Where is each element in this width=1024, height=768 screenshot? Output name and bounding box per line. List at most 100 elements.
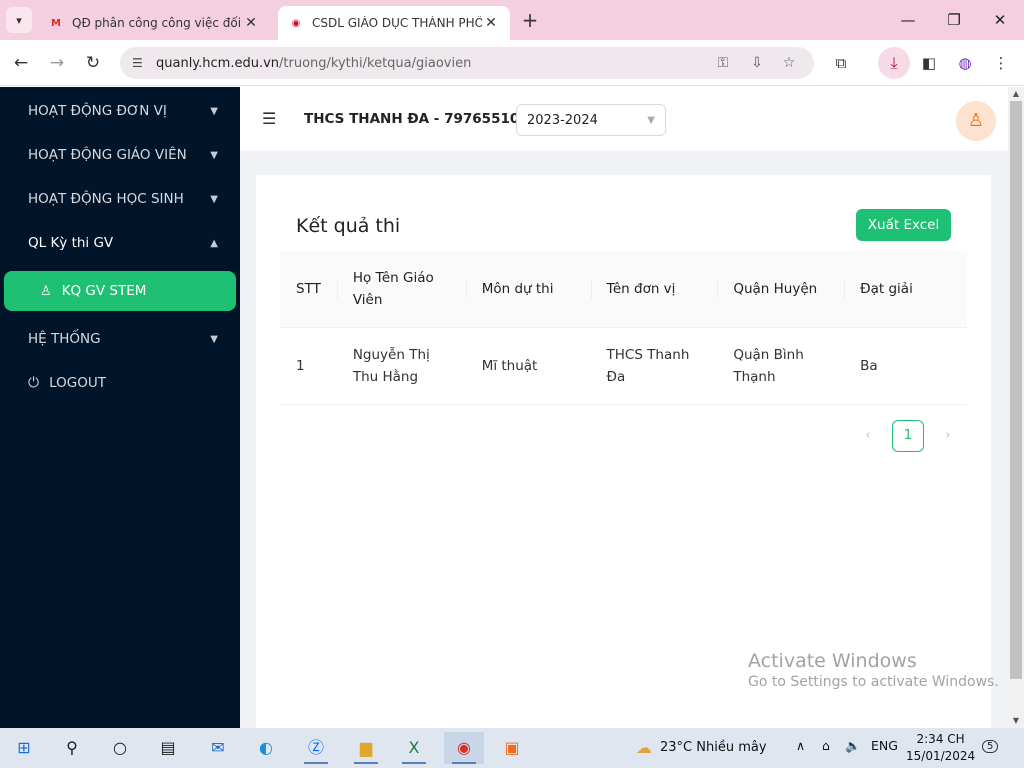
user-icon: ♙ bbox=[40, 283, 52, 299]
sidebar-item-hoat-dong-don-vi[interactable]: HOẠT ĐỘNG ĐƠN VỊ ▼ bbox=[0, 89, 240, 133]
next-page-icon[interactable]: › bbox=[936, 420, 960, 452]
scroll-up-icon[interactable]: ▲ bbox=[1008, 87, 1024, 101]
table-cell: THCS Thanh Đa bbox=[590, 327, 718, 405]
search-icon[interactable]: ⚲ bbox=[52, 732, 92, 764]
cortana-icon[interactable]: ○ bbox=[100, 732, 140, 764]
tab-close-icon[interactable]: ✕ bbox=[482, 15, 500, 31]
sidebar-item-hoat-dong-giao-vien[interactable]: HOẠT ĐỘNG GIÁO VIÊN ▼ bbox=[0, 133, 240, 177]
browser-toolbar: ← → ↻ ☰ quanly.hcm.edu.vn/truong/kythi/k… bbox=[0, 40, 1024, 86]
weather-text: 23°C Nhiều mây bbox=[660, 740, 767, 755]
sidebar-item-label: KQ GV STEM bbox=[61, 283, 147, 299]
url-host: quanly.hcm.edu.vn bbox=[156, 55, 280, 71]
close-window-icon[interactable]: ✕ bbox=[980, 6, 1020, 34]
language-indicator[interactable]: ENG bbox=[871, 738, 898, 753]
sidebar-item-ql-ky-thi-gv[interactable]: QL Kỳ thi GV ▲ bbox=[0, 221, 240, 265]
start-icon[interactable]: ⊞ bbox=[4, 732, 44, 764]
site-info-icon[interactable]: ☰ bbox=[132, 56, 150, 70]
mail-icon[interactable]: ✉ bbox=[198, 732, 238, 764]
tab-gmail[interactable]: M QĐ phân công công việc đối với ✕ bbox=[38, 6, 270, 40]
table-cell: Ba bbox=[844, 327, 967, 405]
more-menu-icon[interactable]: ⋮ bbox=[988, 50, 1014, 76]
page-title: Kết quả thi bbox=[296, 215, 401, 237]
file-explorer-icon[interactable]: ▆ bbox=[346, 732, 386, 764]
sidebar-item-he-thong[interactable]: HỆ THỐNG ▼ bbox=[0, 317, 240, 361]
page-number-current[interactable]: 1 bbox=[892, 420, 924, 452]
sidebar-item-kq-gv-stem[interactable]: ♙ KQ GV STEM bbox=[4, 271, 236, 311]
network-icon[interactable]: ⌂ bbox=[822, 738, 830, 753]
watermark-line2: Go to Settings to activate Windows. bbox=[748, 674, 999, 690]
profile-extension-icon[interactable]: ◍ bbox=[952, 50, 978, 76]
tab-title: CSDL GIÁO DỤC THÀNH PHỐ HỒ bbox=[312, 16, 482, 30]
clock-time: 2:34 CH bbox=[916, 732, 965, 746]
browser-tab-strip: ▾ M QĐ phân công công việc đối với ✕ ◉ C… bbox=[0, 0, 1024, 40]
table-cell: Quận Bình Thạnh bbox=[717, 327, 845, 405]
sidebar-item-label: LOGOUT bbox=[49, 375, 106, 391]
address-bar[interactable]: ☰ quanly.hcm.edu.vn/truong/kythi/ketqua/… bbox=[120, 47, 814, 79]
notification-count: 5 bbox=[982, 740, 999, 753]
export-excel-button[interactable]: Xuất Excel bbox=[856, 209, 951, 241]
app-header: ☰ THCS THANH ĐA - 79765510 2023-2024 ▼ ♙ bbox=[240, 87, 1008, 151]
avatar[interactable]: ♙ bbox=[956, 101, 996, 141]
column-header: Quận Huyện bbox=[717, 251, 845, 328]
install-app-icon[interactable]: ⇩ bbox=[744, 47, 770, 79]
sidebar-item-logout[interactable]: ⏻ LOGOUT bbox=[0, 361, 240, 405]
chrome-icon[interactable]: ◉ bbox=[444, 732, 484, 764]
result-table: STT Họ Tên Giáo Viên Môn dự thi Tên đơn … bbox=[280, 251, 967, 405]
school-name: THCS THANH ĐA - 79765510 bbox=[304, 111, 520, 127]
notification-center-icon[interactable]: 5 bbox=[982, 737, 999, 753]
password-key-icon[interactable]: ⚿ bbox=[710, 47, 736, 79]
tab-csdl[interactable]: ◉ CSDL GIÁO DỤC THÀNH PHỐ HỒ ✕ bbox=[278, 6, 510, 40]
column-header: STT bbox=[280, 251, 337, 328]
tab-title: QĐ phân công công việc đối với bbox=[72, 16, 242, 30]
user-icon: ♙ bbox=[967, 110, 985, 131]
restore-icon[interactable]: ❐ bbox=[934, 6, 974, 34]
edge-icon[interactable]: ◐ bbox=[246, 732, 286, 764]
system-clock[interactable]: 2:34 CH 15/01/2024 bbox=[906, 731, 975, 765]
main-content: ☰ THCS THANH ĐA - 79765510 2023-2024 ▼ ♙… bbox=[240, 87, 1008, 728]
forward-icon[interactable]: → bbox=[44, 50, 70, 76]
page-scrollbar[interactable]: ▲ ▼ bbox=[1008, 87, 1024, 728]
hcm-edu-icon: ◉ bbox=[291, 17, 301, 29]
url-path: /truong/kythi/ketqua/giaovien bbox=[279, 55, 472, 71]
table-row: 1 Nguyễn Thị Thu Hằng Mĩ thuật THCS Than… bbox=[280, 327, 967, 405]
sidebar-item-label: HỆ THỐNG bbox=[28, 331, 101, 347]
back-icon[interactable]: ← bbox=[8, 50, 34, 76]
sidebar: HOẠT ĐỘNG ĐƠN VỊ ▼ HOẠT ĐỘNG GIÁO VIÊN ▼… bbox=[0, 87, 240, 728]
tray-overflow-icon[interactable]: ∧ bbox=[796, 738, 805, 753]
volume-icon[interactable]: 🔈 bbox=[845, 738, 861, 754]
sidebar-item-hoat-dong-hoc-sinh[interactable]: HOẠT ĐỘNG HỌC SINH ▼ bbox=[0, 177, 240, 221]
watermark-line1: Activate Windows bbox=[748, 650, 917, 672]
clock-date: 15/01/2024 bbox=[906, 749, 976, 763]
tab-search-icon[interactable]: ▾ bbox=[6, 7, 32, 33]
extensions-icon[interactable]: ⧉ bbox=[828, 50, 854, 76]
chevron-down-icon: ▼ bbox=[210, 149, 218, 161]
sidebar-item-label: HOẠT ĐỘNG HỌC SINH bbox=[28, 191, 184, 207]
task-view-icon[interactable]: ▤ bbox=[148, 732, 188, 764]
reload-icon[interactable]: ↻ bbox=[80, 50, 106, 76]
weather-widget[interactable]: ☁ 23°C Nhiều mây bbox=[636, 738, 767, 757]
foxit-pdf-icon[interactable]: ▣ bbox=[492, 732, 532, 764]
new-tab-icon[interactable]: + bbox=[518, 9, 542, 33]
taskbar: ⊞ ⚲ ○ ▤ ✉ ◐ Ⓩ ▆ Ⅹ ◉ ▣ ☁ 23°C Nhiều mây ∧… bbox=[0, 728, 1024, 768]
column-header: Môn dự thi bbox=[465, 251, 591, 328]
scroll-thumb[interactable] bbox=[1010, 101, 1022, 679]
gmail-icon: M bbox=[51, 17, 61, 29]
tab-close-icon[interactable]: ✕ bbox=[242, 15, 260, 31]
column-header: Đạt giải bbox=[844, 251, 967, 328]
table-header-row: STT Họ Tên Giáo Viên Môn dự thi Tên đơn … bbox=[280, 251, 967, 328]
chevron-down-icon: ▼ bbox=[210, 333, 218, 345]
side-panel-icon[interactable]: ◧ bbox=[916, 50, 942, 76]
excel-icon[interactable]: Ⅹ bbox=[394, 732, 434, 764]
menu-toggle-icon[interactable]: ☰ bbox=[262, 109, 276, 128]
download-icon[interactable]: ⤓ bbox=[878, 47, 910, 79]
school-year-select[interactable]: 2023-2024 ▼ bbox=[516, 104, 666, 136]
scroll-down-icon[interactable]: ▼ bbox=[1008, 714, 1024, 728]
chevron-down-icon: ▼ bbox=[210, 193, 218, 205]
sidebar-item-label: QL Kỳ thi GV bbox=[28, 235, 114, 251]
chevron-down-icon: ▼ bbox=[210, 105, 218, 117]
minimize-icon[interactable]: — bbox=[888, 6, 928, 34]
prev-page-icon[interactable]: ‹ bbox=[856, 420, 880, 452]
zalo-icon[interactable]: Ⓩ bbox=[296, 732, 336, 764]
sidebar-item-label: HOẠT ĐỘNG GIÁO VIÊN bbox=[28, 147, 187, 163]
bookmark-star-icon[interactable]: ☆ bbox=[776, 47, 802, 79]
